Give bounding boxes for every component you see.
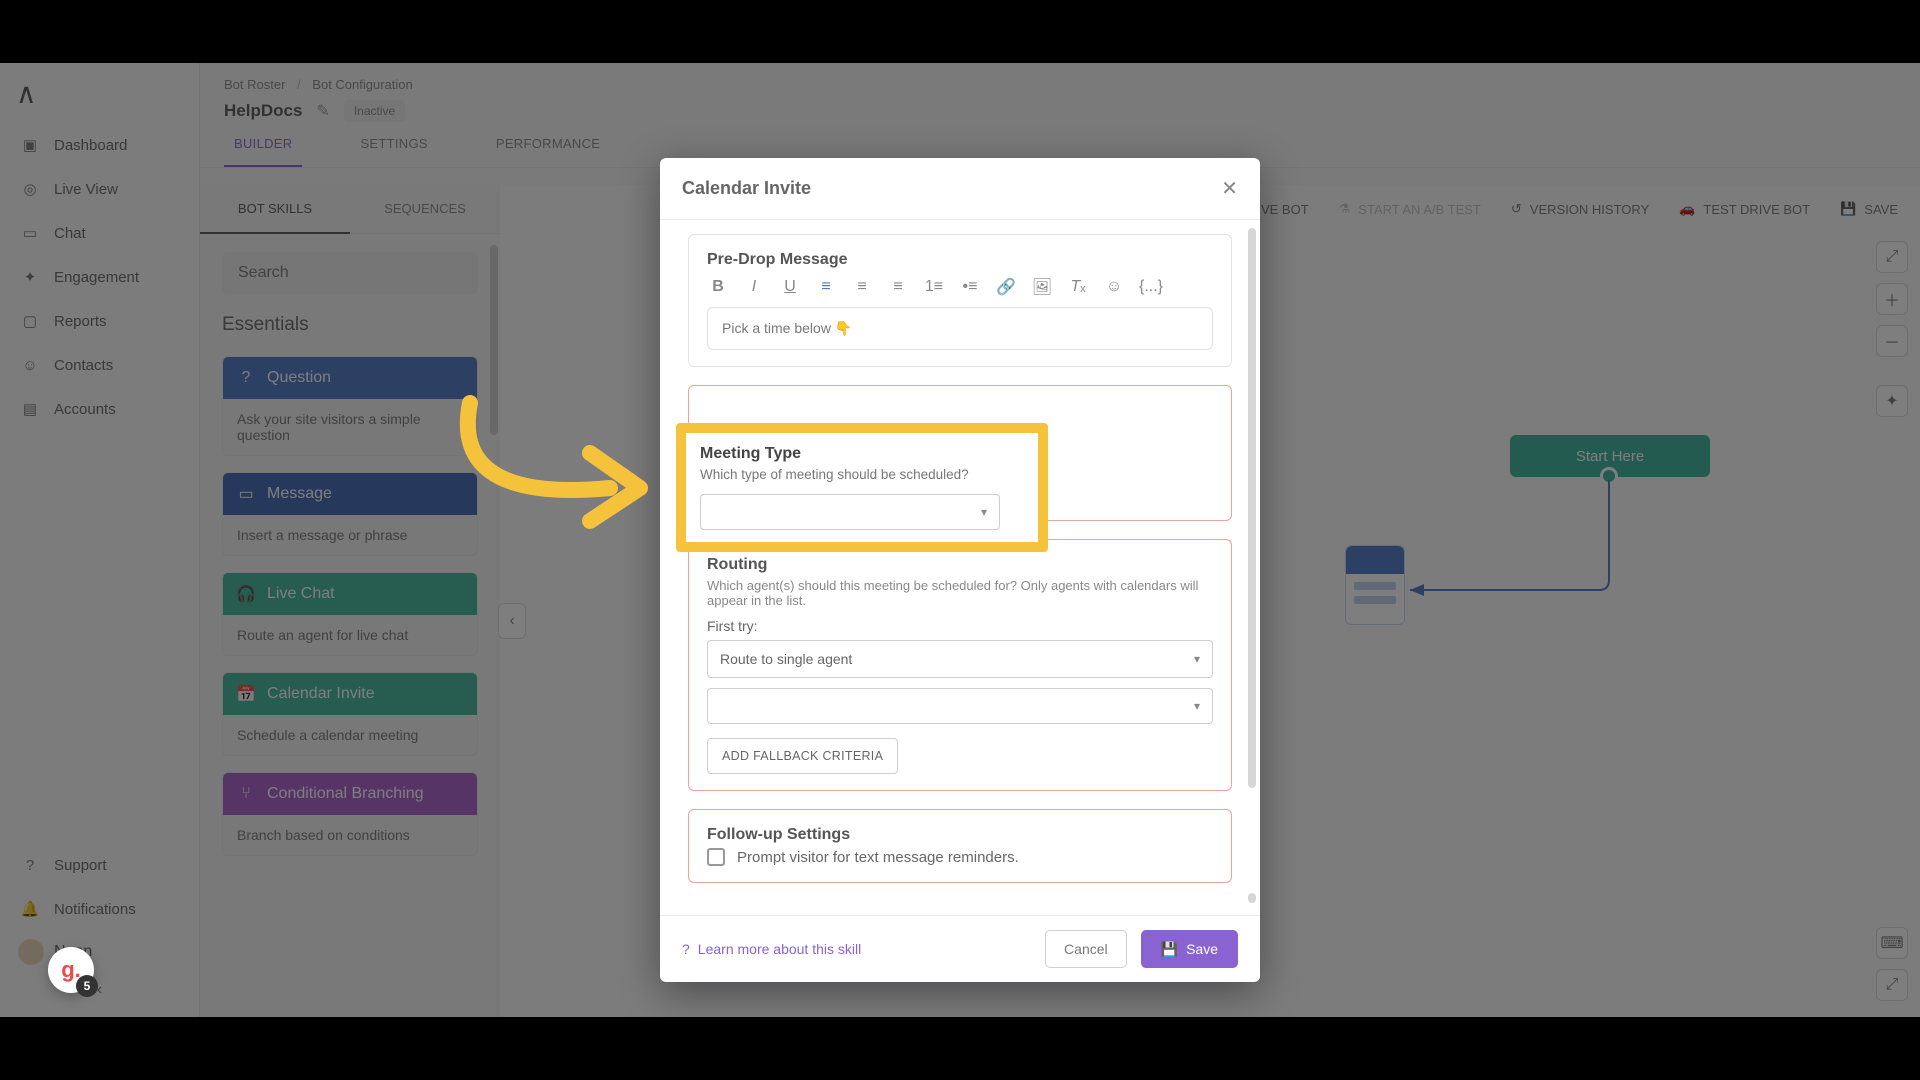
add-fallback-button[interactable]: ADD FALLBACK CRITERIA <box>707 738 898 774</box>
clear-icon[interactable]: Tₓ <box>1067 278 1089 296</box>
cancel-button[interactable]: Cancel <box>1045 930 1127 968</box>
followup-title: Follow-up Settings <box>707 826 1213 844</box>
meeting-type-title: Meeting Type <box>700 445 1024 463</box>
first-try-label: First try: <box>707 618 1213 634</box>
meeting-type-highlight: Meeting Type Which type of meeting shoul… <box>676 423 1048 552</box>
editor-toolbar: B I U ≡ ≡ ≡ 1≡ •≡ 🔗 🖼 Tₓ ☺ {...} <box>707 277 1213 297</box>
variable-icon[interactable]: {...} <box>1139 278 1161 296</box>
emoji-icon[interactable]: ☺ <box>1103 278 1125 296</box>
link-icon[interactable]: 🔗 <box>995 277 1017 297</box>
meeting-type-select[interactable]: ▾ <box>700 494 1000 530</box>
modal-scrollbar[interactable] <box>1248 228 1256 788</box>
learn-more-link[interactable]: ? Learn more about this skill <box>682 941 861 957</box>
guide-count: 5 <box>76 975 98 997</box>
close-button[interactable]: ✕ <box>1221 176 1238 201</box>
predrop-card: Pre-Drop Message B I U ≡ ≡ ≡ 1≡ •≡ 🔗 🖼 T… <box>688 234 1232 367</box>
followup-card: Follow-up Settings Prompt visitor for te… <box>688 809 1232 883</box>
chevron-down-icon: ▾ <box>1194 652 1200 666</box>
image-icon[interactable]: 🖼 <box>1031 277 1053 297</box>
italic-icon[interactable]: I <box>743 278 765 296</box>
underline-icon[interactable]: U <box>779 278 801 296</box>
routing-sub: Which agent(s) should this meeting be sc… <box>707 578 1213 608</box>
predrop-editor[interactable]: Pick a time below 👇 <box>707 307 1213 350</box>
help-icon: ? <box>682 941 690 957</box>
modal-title: Calendar Invite <box>682 178 811 199</box>
routing-title: Routing <box>707 556 1213 574</box>
route-value: Route to single agent <box>720 651 852 667</box>
guide-widget[interactable]: g. 5 <box>48 947 94 993</box>
learn-label: Learn more about this skill <box>698 941 861 957</box>
align-center-icon[interactable]: ≡ <box>851 278 873 296</box>
modal-scrollbar-end[interactable] <box>1248 893 1256 903</box>
chevron-down-icon: ▾ <box>1194 699 1200 713</box>
ul-icon[interactable]: •≡ <box>959 278 981 296</box>
reminder-label: Prompt visitor for text message reminder… <box>737 849 1019 866</box>
align-right-icon[interactable]: ≡ <box>887 278 909 296</box>
chevron-down-icon: ▾ <box>981 505 987 519</box>
save-label: Save <box>1186 941 1218 957</box>
save-button[interactable]: 💾 Save <box>1141 930 1238 968</box>
align-left-icon[interactable]: ≡ <box>815 278 837 296</box>
ol-icon[interactable]: 1≡ <box>923 278 945 296</box>
agent-select[interactable]: ▾ <box>707 688 1213 724</box>
predrop-title: Pre-Drop Message <box>707 251 1213 269</box>
bold-icon[interactable]: B <box>707 278 729 296</box>
routing-card: Routing Which agent(s) should this meeti… <box>688 539 1232 791</box>
save-icon: 💾 <box>1161 941 1178 958</box>
calendar-invite-modal: Calendar Invite ✕ Pre-Drop Message B I U… <box>660 158 1260 982</box>
reminder-checkbox[interactable] <box>707 848 725 866</box>
meeting-type-sub: Which type of meeting should be schedule… <box>700 467 1024 482</box>
route-select[interactable]: Route to single agent ▾ <box>707 640 1213 678</box>
